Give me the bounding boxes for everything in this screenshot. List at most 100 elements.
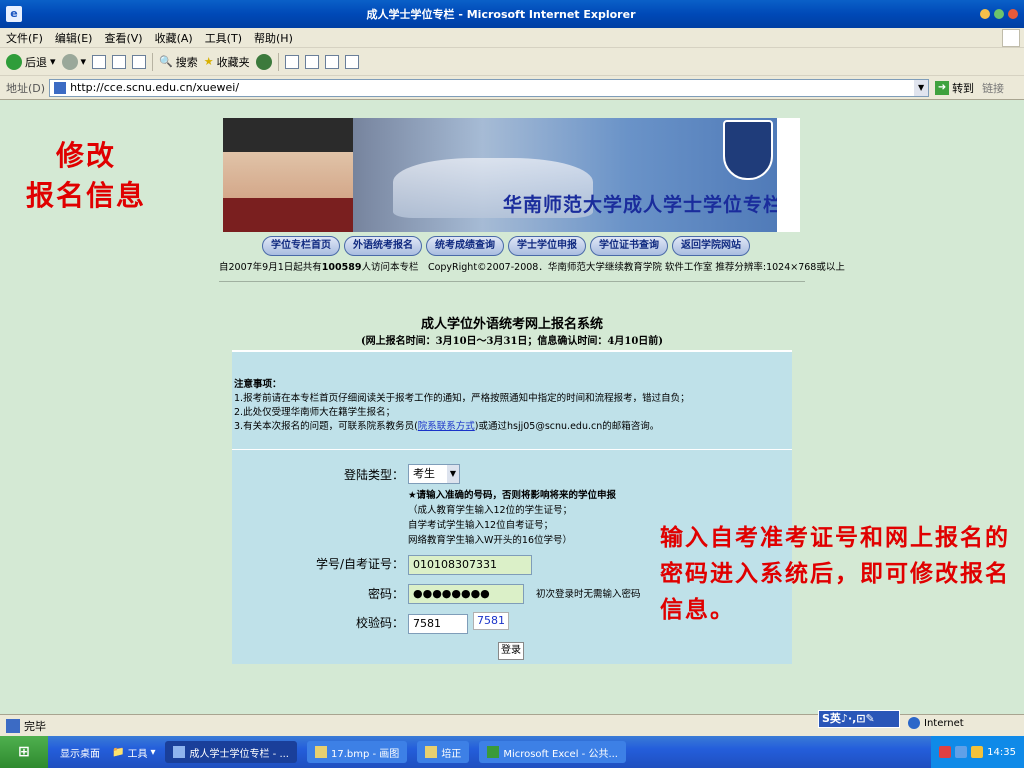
address-dropdown-icon[interactable]: ▼ [914,79,929,96]
visit-prefix: 自2007年9月1日起共有 [219,262,322,273]
tools-button[interactable]: 📁 工具 ▾ [112,745,155,760]
forward-button[interactable]: ▾ [61,53,86,70]
excel-icon [487,746,500,758]
paint-icon [315,746,327,758]
system-tray: 14:35 [931,736,1024,768]
search-button[interactable]: 🔍 搜索 [159,54,198,70]
go-arrow-icon: ➜ [935,80,950,95]
side-annotation: 修改 报名信息 [26,136,146,216]
back-label: 后退 [25,55,47,69]
start-button[interactable]: ⊞ [0,736,48,768]
tip-line-3: 网络教育学生输入W开头的16位学号） [408,535,572,546]
word-icon[interactable] [324,54,339,69]
nav-certificate-query[interactable]: 学位证书查询 [590,236,668,256]
task-ie[interactable]: 成人学士学位专栏 - ... [165,741,297,763]
close-button[interactable] [1008,9,1018,19]
callout-annotation: 输入自考准考证号和网上报名的密码进入系统后，即可修改报名信息。 [660,524,1010,623]
captcha-label: 校验码： [355,616,404,630]
visit-counter: 自2007年9月1日起共有100589人访问本专栏 CopyRight©2007… [219,259,845,273]
visit-suffix: 人访问本专栏 CopyRight©2007-2008．华南师范大学继续教育学院 … [361,262,845,273]
ime-toolbar[interactable]: S英♪·,⊡✎ [818,710,900,728]
login-type-label: 登陆类型： [343,468,404,482]
back-button[interactable]: 后退 ▾ [6,53,56,70]
status-text: 完毕 [24,719,46,733]
task-paint[interactable]: 17.bmp - 画图 [307,741,408,763]
address-bar: 地址(D) http://cce.scnu.edu.cn/xuewei/ ▼ ➜… [0,76,1024,100]
login-button[interactable]: 登录 [498,642,524,660]
refresh-icon[interactable] [112,54,127,69]
notice-block: 注意事项： 1.报考前请在本专栏首页仔细阅读关于报考工作的通知，严格按照通知中指… [234,378,690,434]
messenger-icon[interactable] [344,54,359,69]
tip-heading: ★请输入准确的号码，否则将影响将来的学位申报 [408,490,617,501]
menu-favorites[interactable]: 收藏(A) [149,30,199,46]
contact-link[interactable]: 院系联系方式 [418,421,475,432]
maximize-button[interactable] [994,9,1004,19]
address-url: http://cce.scnu.edu.cn/xuewei/ [70,81,240,94]
sogou-icon[interactable] [939,746,952,758]
tools-label: 工具 [127,748,148,760]
star-icon: ★ [203,55,214,68]
visit-count: 100589 [321,262,362,273]
address-input[interactable]: http://cce.scnu.edu.cn/xuewei/ ▼ [49,78,930,97]
print-icon[interactable] [304,54,319,69]
network-icon[interactable] [955,746,968,758]
ie-task-icon [173,746,186,758]
system-subtitle: (网上报名时间：3月10日～3月31日；信息确认时间：4月10日前) [360,336,664,347]
id-input[interactable]: 010108307331 [408,555,532,575]
nav-score-query[interactable]: 统考成绩查询 [426,236,504,256]
windows-flag-icon: ⊞ [18,744,30,760]
taskbar: ⊞ 显示桌面 📁 工具 ▾ 成人学士学位专栏 - ... 17.bmp - 画图… [0,736,1024,768]
folder-icon: 📁 [112,746,125,758]
favorites-button[interactable]: ★ 收藏夹 [204,54,250,70]
windows-logo-icon [1002,28,1020,47]
nav-exam-registration[interactable]: 外语统考报名 [344,236,422,256]
side-annotation-line1: 修改 [56,139,117,172]
menu-edit[interactable]: 编辑(E) [49,30,99,46]
graduates-photo [223,118,353,232]
banner-title: 华南师范大学成人学士学位专栏 [503,194,784,216]
folder-task-icon [425,746,438,758]
nav-college-site[interactable]: 返回学院网站 [672,236,750,256]
password-input[interactable]: ●●●●●●●● [408,584,524,604]
menu-view[interactable]: 查看(V) [98,30,148,46]
mail-icon[interactable] [284,54,299,69]
go-button[interactable]: ➜ 转到 [935,80,974,96]
menu-help[interactable]: 帮助(H) [248,30,299,46]
page-done-icon [6,718,20,733]
tip-line-2: 自学考试学生输入12位自考证号； [408,520,554,531]
volume-icon[interactable] [971,746,984,758]
task-folder[interactable]: 培正 [417,741,470,763]
notice-item-3: 3.有关本次报名的问题，可联系院系教务员(院系联系方式)或通过hsjj05@sc… [234,420,690,434]
task-excel-label: Microsoft Excel - 公共... [503,748,618,760]
toolbar: 后退 ▾ ▾ 🔍 搜索 ★ 收藏夹 [0,48,1024,76]
back-arrow-icon [6,53,22,70]
task-folder-label: 培正 [441,748,462,760]
menu-tools[interactable]: 工具(T) [199,30,248,46]
nav-degree-application[interactable]: 学士学位申报 [508,236,586,256]
home-icon[interactable] [132,54,147,69]
show-desktop-button[interactable]: 显示桌面 [60,745,100,760]
password-note: 初次登录时无需输入密码 [536,589,641,600]
minimize-button[interactable] [980,9,990,19]
task-excel[interactable]: Microsoft Excel - 公共... [479,741,626,763]
nav-home[interactable]: 学位专栏首页 [262,236,340,256]
login-type-value: 考生 [413,467,435,480]
stop-icon[interactable] [92,54,107,69]
ie-icon: e [6,6,22,22]
id-label: 学号/自考证号： [315,557,404,571]
history-icon[interactable] [255,53,272,70]
panel-divider [232,449,792,450]
system-title: 成人学位外语统考网上报名系统 [420,317,603,332]
password-label: 密码： [367,587,404,601]
menu-file[interactable]: 文件(F) [0,30,49,46]
title-bar: e 成人学士学位专栏 - Microsoft Internet Explorer [0,0,1024,28]
login-type-select[interactable]: 考生 ▼ [408,464,460,484]
notice-item-3-post: )或通过hsjj05@scnu.edu.cn的邮箱咨询。 [474,421,660,432]
captcha-input[interactable]: 7581 [408,614,468,634]
go-label: 转到 [952,81,975,95]
captcha-image[interactable]: 7581 [473,612,509,630]
task-ie-label: 成人学士学位专栏 - ... [189,748,289,760]
site-nav: 学位专栏首页 外语统考报名 统考成绩查询 学士学位申报 学位证书查询 返回学院网… [262,236,762,256]
links-button[interactable]: 链接 [982,80,1004,96]
favorites-label: 收藏夹 [216,55,250,69]
